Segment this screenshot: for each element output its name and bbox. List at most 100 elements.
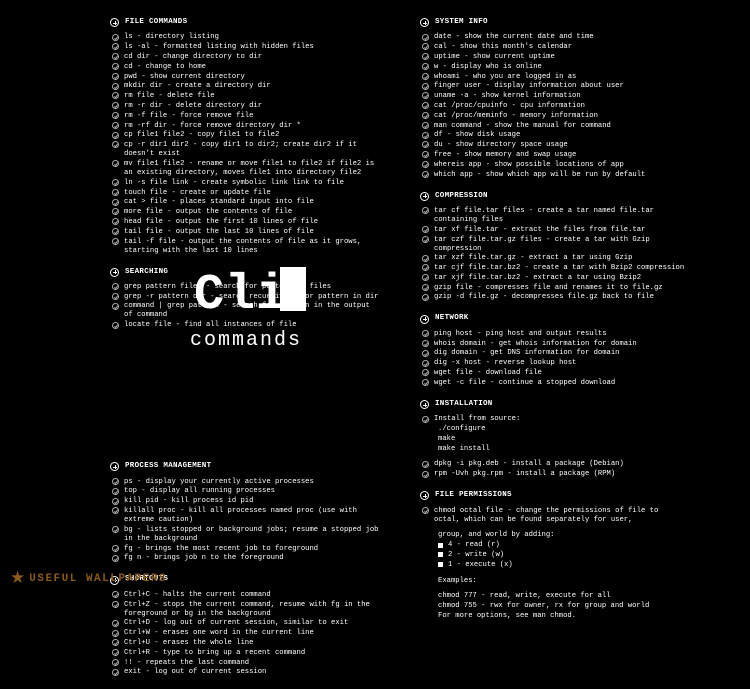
sub-bullet: 4 - read (r) [422, 541, 685, 550]
cursor-block [280, 267, 306, 311]
check-circle-icon [112, 53, 119, 60]
list-item: Ctrl+C - halts the current command [112, 591, 380, 600]
list-item: cat > file - places standard input into … [112, 198, 380, 207]
check-circle-icon [422, 507, 429, 514]
item-text: Ctrl+R - type to bring up a recent comma… [124, 649, 380, 658]
check-circle-icon [422, 83, 429, 90]
item-text: more file - output the contents of file [124, 208, 380, 217]
item-text: cd - change to home [124, 63, 380, 72]
check-circle-icon [422, 471, 429, 478]
list-item: cal - show this month's calendar [422, 43, 685, 52]
list-item: ls -al - formatted listing with hidden f… [112, 43, 380, 52]
check-circle-icon [112, 488, 119, 495]
list-item: uname -a - show kernel information [422, 92, 685, 101]
list-item: whoami - who you are logged in as [422, 73, 685, 82]
section-title: SYSTEM INFO [435, 18, 488, 27]
check-circle-icon [422, 92, 429, 99]
check-circle-icon [112, 659, 119, 666]
check-circle-icon [422, 226, 429, 233]
list-item: date - show the current date and time [422, 33, 685, 42]
item-text: killall proc - kill all processes named … [124, 507, 380, 525]
section-body: chmod octal file - change the permission… [420, 507, 685, 621]
list-item: exit - log out of current session [112, 668, 380, 677]
section-body: ls - directory listingls -al - formatted… [110, 33, 380, 255]
list-item: tar xzf file.tar.gz - extract a tar usin… [422, 254, 685, 263]
section-header: FILE PERMISSIONS [420, 491, 685, 500]
list-item: !! - repeats the last command [112, 659, 380, 668]
list-item: cd dir - change directory to dir [112, 53, 380, 62]
section-header: INSTALLATION [420, 400, 685, 409]
item-text: Ctrl+C - halts the current command [124, 591, 380, 600]
list-item: tail -f file - output the contents of fi… [112, 238, 380, 256]
check-circle-icon [112, 218, 119, 225]
check-circle-icon [422, 53, 429, 60]
item-text: fg n - brings job n to the foreground [124, 554, 380, 563]
list-item: Ctrl+W - erases one word in the current … [112, 629, 380, 638]
list-item: more file - output the contents of file [112, 208, 380, 217]
item-text: cat /proc/meminfo - memory information [434, 112, 685, 121]
item-text: kill pid - kill process id pid [124, 497, 380, 506]
check-circle-icon [422, 274, 429, 281]
check-circle-icon [422, 102, 429, 109]
square-bullet-icon [438, 552, 443, 557]
plus-circle-icon [420, 491, 429, 500]
item-text: dig domain - get DNS information for dom… [434, 349, 685, 358]
check-circle-icon [112, 92, 119, 99]
item-text: fg - brings the most recent job to foreg… [124, 545, 380, 554]
item-text: tar czf file.tar.gz files - create a tar… [434, 236, 685, 254]
check-circle-icon [112, 649, 119, 656]
check-circle-icon [422, 264, 429, 271]
list-item: rpm -Uvh pkg.rpm - install a package (RP… [422, 470, 685, 479]
item-text: Install from source: [434, 415, 685, 424]
check-circle-icon [112, 283, 119, 290]
list-item: whois domain - get whois information for… [422, 340, 685, 349]
list-item: whereis app - show possible locations of… [422, 161, 685, 170]
logo-sub: commands [190, 328, 310, 353]
plain-line: chmod 755 - rwx for owner, rx for group … [422, 602, 685, 611]
section: NETWORKping host - ping host and output … [420, 314, 685, 387]
list-item: dpkg -i pkg.deb - install a package (Deb… [422, 460, 685, 469]
check-circle-icon [422, 161, 429, 168]
check-circle-icon [112, 630, 119, 637]
list-item: gzip file - compresses file and renames … [422, 284, 685, 293]
section-body: Install from source:./configuremakemake … [420, 415, 685, 479]
item-text: ps - display your currently active proce… [124, 478, 380, 487]
item-text: uptime - show current uptime [434, 53, 685, 62]
item-text: 1 - execute (x) [448, 561, 685, 570]
check-circle-icon [422, 171, 429, 178]
item-text: tar xzf file.tar.gz - extract a tar usin… [434, 254, 685, 263]
check-circle-icon [112, 498, 119, 505]
item-text: 4 - read (r) [448, 541, 685, 550]
plain-line: Examples: [422, 577, 685, 586]
item-text: gzip -d file.gz - decompresses file.gz b… [434, 293, 685, 302]
list-item: touch file - create or update file [112, 189, 380, 198]
list-item: wget file - download file [422, 369, 685, 378]
check-circle-icon [112, 179, 119, 186]
check-circle-icon [422, 340, 429, 347]
section: INSTALLATION Install from source:./config… [420, 400, 685, 479]
section-body: ping host - ping host and output results… [420, 330, 685, 388]
list-item: killall proc - kill all processes named … [112, 507, 380, 525]
plain-line: chmod 777 - read, write, execute for all [422, 592, 685, 601]
check-circle-icon [112, 63, 119, 70]
check-circle-icon [422, 132, 429, 139]
item-text: df - show disk usage [434, 131, 685, 140]
list-item: cd - change to home [112, 63, 380, 72]
check-circle-icon [112, 112, 119, 119]
item-text: whoami - who you are logged in as [434, 73, 685, 82]
list-item: mv file1 file2 - rename or move file1 to… [112, 160, 380, 178]
list-item: gzip -d file.gz - decompresses file.gz b… [422, 293, 685, 302]
check-circle-icon [422, 73, 429, 80]
item-text: tar cf file.tar files - create a tar nam… [434, 207, 685, 225]
list-item: fg n - brings job n to the foreground [112, 554, 380, 563]
item-text: cal - show this month's calendar [434, 43, 685, 52]
check-circle-icon [112, 199, 119, 206]
list-item: ping host - ping host and output results [422, 330, 685, 339]
list-item: which app - show which app will be run b… [422, 171, 685, 180]
star-icon: ★ [10, 569, 25, 590]
list-item: cp -r dir1 dir2 - copy dir1 to dir2; cre… [112, 141, 380, 159]
check-circle-icon [112, 122, 119, 129]
list-item: bg - lists stopped or background jobs; r… [112, 526, 380, 544]
item-text: whereis app - show possible locations of… [434, 161, 685, 170]
check-circle-icon [112, 639, 119, 646]
